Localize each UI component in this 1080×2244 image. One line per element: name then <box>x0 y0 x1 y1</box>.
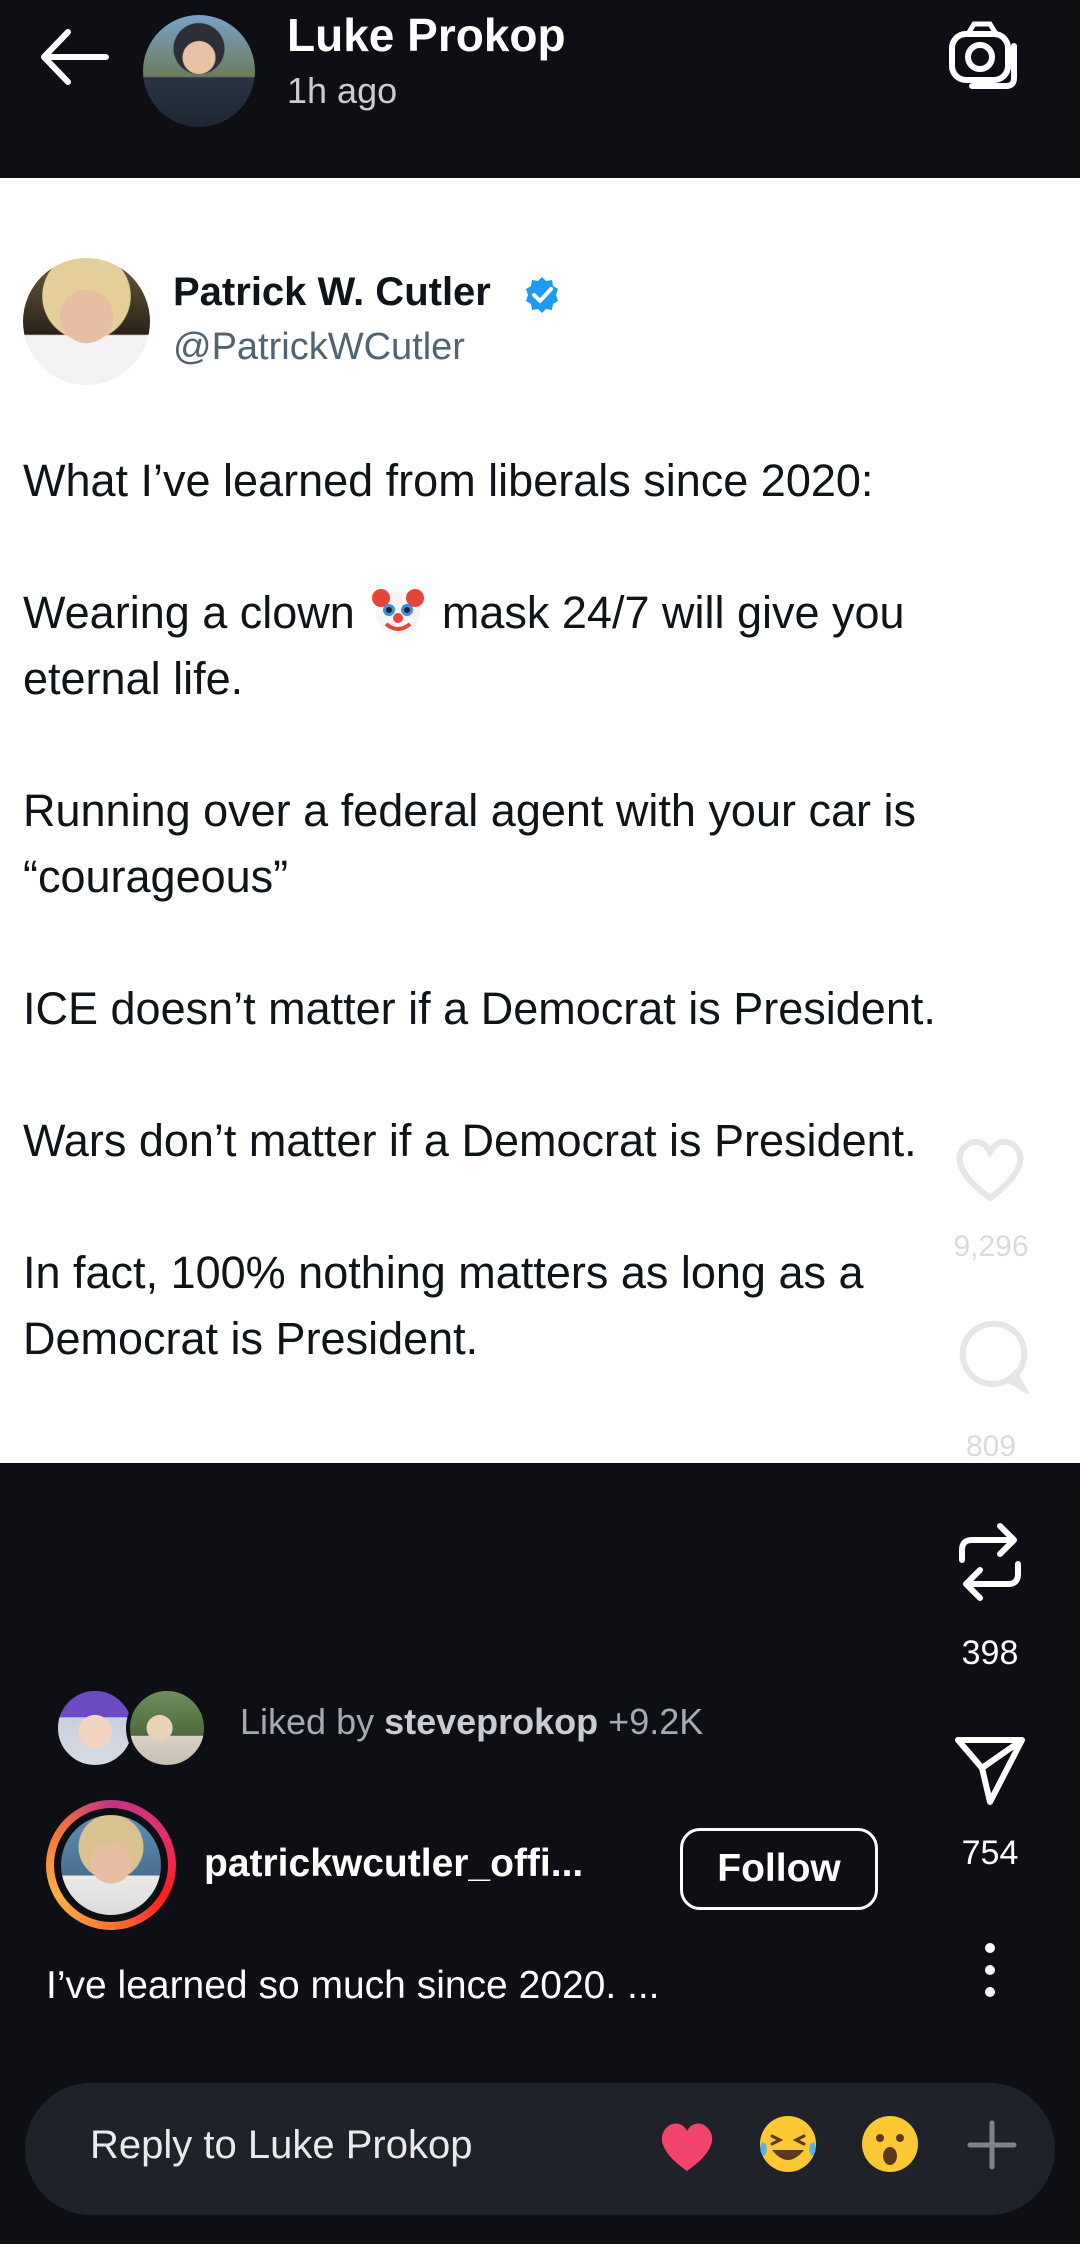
tweet-paragraph: Wearing a clown mask 24/7 will give you … <box>23 580 1023 712</box>
tweet-paragraph: Running over a federal agent with your c… <box>23 785 916 902</box>
reply-placeholder[interactable]: Reply to Luke Prokop <box>90 2123 472 2168</box>
liker-avatar[interactable] <box>126 1687 208 1769</box>
like-icon[interactable] <box>950 1128 1030 1208</box>
heart-emoji-icon[interactable] <box>656 2115 718 2177</box>
comment-count: 809 <box>965 1430 1017 1463</box>
comment-icon[interactable] <box>953 1318 1029 1394</box>
tweet-author-avatar <box>23 258 150 385</box>
post-caption[interactable]: I’ve learned so much since 2020. ... <box>46 1964 660 2008</box>
avatar[interactable] <box>143 15 255 127</box>
repost-count: 398 <box>961 1634 1019 1672</box>
back-arrow-icon[interactable] <box>34 22 114 92</box>
tweet-paragraph: In fact, 100% nothing matters as long as… <box>23 1247 864 1364</box>
laughing-emoji-icon[interactable] <box>756 2112 820 2176</box>
liked-by-user[interactable]: steveprokop <box>384 1701 598 1742</box>
tweet-text: What I’ve learned from liberals since 20… <box>23 448 1023 1438</box>
story-header: Luke Prokop 1h ago <box>0 0 1080 178</box>
story-user-name[interactable]: Luke Prokop <box>287 8 566 62</box>
post-author-name[interactable]: patrickwcutler_offi... <box>204 1842 583 1886</box>
liker-avatar[interactable] <box>54 1687 136 1769</box>
tweet-paragraph: ICE doesn’t matter if a Democrat is Pres… <box>23 983 936 1034</box>
send-icon[interactable] <box>952 1732 1028 1808</box>
tweet-author-handle: @PatrickWCutler <box>173 326 465 368</box>
verified-badge-icon <box>526 277 558 313</box>
more-vertical-icon[interactable] <box>972 1942 1008 1998</box>
follow-button[interactable]: Follow <box>680 1828 878 1910</box>
tweet-fragment: Wearing a clown <box>23 587 355 638</box>
plus-icon[interactable] <box>964 2117 1020 2173</box>
story-timestamp: 1h ago <box>287 70 398 111</box>
liked-by-text[interactable]: Liked by steveprokop +9.2K <box>240 1701 703 1743</box>
like-count: 9,296 <box>953 1230 1029 1263</box>
tweet-author-name: Patrick W. Cutler <box>173 270 491 314</box>
tweet-paragraph: Wars don’t matter if a Democrat is Presi… <box>23 1115 917 1166</box>
clown-emoji-icon <box>372 589 425 635</box>
liked-by-count: +9.2K <box>598 1701 704 1742</box>
share-count: 754 <box>961 1834 1019 1872</box>
liked-by-prefix: Liked by <box>240 1701 385 1742</box>
tweet-paragraph: What I’ve learned from liberals since 20… <box>23 455 874 506</box>
camera-icon[interactable] <box>946 20 1022 90</box>
repost-icon[interactable] <box>952 1520 1028 1604</box>
surprised-emoji-icon[interactable] <box>858 2112 922 2176</box>
post-author-avatar[interactable] <box>61 1815 161 1915</box>
tweet-screenshot: Patrick W. Cutler @PatrickWCutler What I… <box>0 178 1080 1463</box>
